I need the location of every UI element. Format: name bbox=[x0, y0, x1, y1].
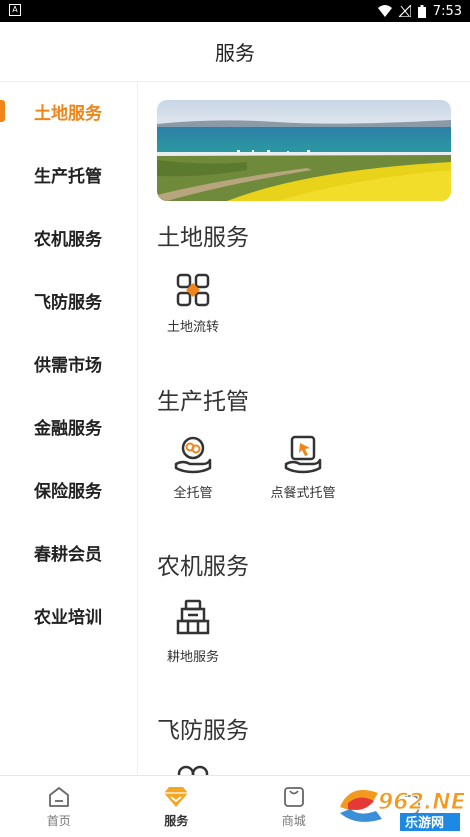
service-label: 土地流转 bbox=[166, 320, 219, 335]
nav-service[interactable]: 服务 bbox=[118, 776, 236, 837]
page-header: 服务 bbox=[0, 22, 470, 82]
landscape-image bbox=[157, 100, 451, 201]
service-land-transfer[interactable]: 土地流转 bbox=[148, 272, 238, 352]
sidebar-item-label: 保险服务 bbox=[34, 482, 102, 502]
nav-home[interactable]: 首页 bbox=[0, 776, 118, 837]
service-menu-custody[interactable]: 点餐式托管 bbox=[258, 434, 348, 514]
watermark-logo-icon: 962.NET 乐游网 bbox=[340, 790, 470, 831]
sidebar-item-agri-training[interactable]: 农业培训 bbox=[0, 584, 137, 647]
sidebar-item-land-service[interactable]: 土地服务 bbox=[0, 80, 137, 143]
mall-bag-icon bbox=[283, 786, 304, 807]
service-label: 耕地服务 bbox=[166, 650, 219, 665]
section-title-production-custody: 生产托管 bbox=[157, 389, 249, 415]
section-title-aerial-protection: 飞防服务 bbox=[157, 718, 249, 744]
battery-icon bbox=[417, 4, 426, 18]
status-time: 7:53 bbox=[432, 3, 462, 19]
sidebar-item-machinery-service[interactable]: 农机服务 bbox=[0, 206, 137, 269]
sidebar-item-supply-market[interactable]: 供需市场 bbox=[0, 332, 137, 395]
sidebar-item-label: 春耕会员 bbox=[34, 545, 102, 565]
sidebar-item-insurance-service[interactable]: 保险服务 bbox=[0, 458, 137, 521]
home-icon bbox=[48, 786, 69, 807]
sidebar-item-label: 土地服务 bbox=[34, 104, 102, 124]
sidebar-item-spring-member[interactable]: 春耕会员 bbox=[0, 521, 137, 584]
nav-label: 首页 bbox=[46, 813, 71, 828]
watermark-sub: 乐游网 bbox=[405, 815, 444, 831]
watermark-brand: 962.NET bbox=[378, 790, 464, 815]
sidebar-item-label: 农业培训 bbox=[34, 608, 102, 628]
page-title: 服务 bbox=[215, 41, 255, 65]
notification-icon: A bbox=[9, 4, 21, 16]
sidebar-item-aerial-protection[interactable]: 飞防服务 bbox=[0, 269, 137, 332]
nav-label: 商城 bbox=[281, 813, 306, 828]
sidebar-item-production-custody[interactable]: 生产托管 bbox=[0, 143, 137, 206]
sidebar-item-label: 供需市场 bbox=[34, 356, 102, 376]
nav-mall[interactable]: 商城 bbox=[235, 776, 353, 837]
service-diamond-icon bbox=[164, 786, 189, 807]
sidebar-item-label: 金融服务 bbox=[34, 419, 102, 439]
service-aerial-partial[interactable] bbox=[148, 764, 238, 775]
category-sidebar: 土地服务 生产托管 农机服务 飞防服务 供需市场 金融服务 保险服务 春耕会员 … bbox=[0, 82, 138, 775]
site-watermark: 962.NET 乐游网 bbox=[338, 783, 470, 833]
sidebar-item-label: 生产托管 bbox=[34, 167, 102, 187]
service-label: 点餐式托管 bbox=[270, 486, 336, 501]
service-full-custody[interactable]: 全托管 bbox=[148, 434, 238, 514]
menu-custody-icon bbox=[284, 435, 322, 474]
active-indicator bbox=[0, 100, 5, 122]
land-transfer-icon bbox=[176, 273, 210, 307]
wifi-icon bbox=[377, 5, 392, 17]
sidebar-item-label: 飞防服务 bbox=[34, 293, 102, 313]
drone-icon bbox=[177, 765, 209, 775]
banner-image[interactable] bbox=[157, 100, 451, 201]
tractor-icon bbox=[176, 599, 210, 635]
section-title-machinery-service: 农机服务 bbox=[157, 554, 249, 580]
service-content: 土地服务 土地流转 生产托管 全托管 点餐式托管 农机服务 耕地服务 飞防服务 bbox=[138, 82, 470, 775]
status-icons: 7:53 bbox=[377, 0, 462, 22]
nav-label: 服务 bbox=[164, 813, 189, 828]
section-title-land-service: 土地服务 bbox=[157, 225, 249, 251]
sidebar-item-finance-service[interactable]: 金融服务 bbox=[0, 395, 137, 458]
signal-icon bbox=[398, 5, 411, 17]
sidebar-item-label: 农机服务 bbox=[34, 230, 102, 250]
service-tillage[interactable]: 耕地服务 bbox=[148, 598, 238, 678]
status-bar: A 7:53 bbox=[0, 0, 470, 22]
full-custody-icon bbox=[174, 436, 212, 474]
service-label: 全托管 bbox=[173, 486, 213, 501]
